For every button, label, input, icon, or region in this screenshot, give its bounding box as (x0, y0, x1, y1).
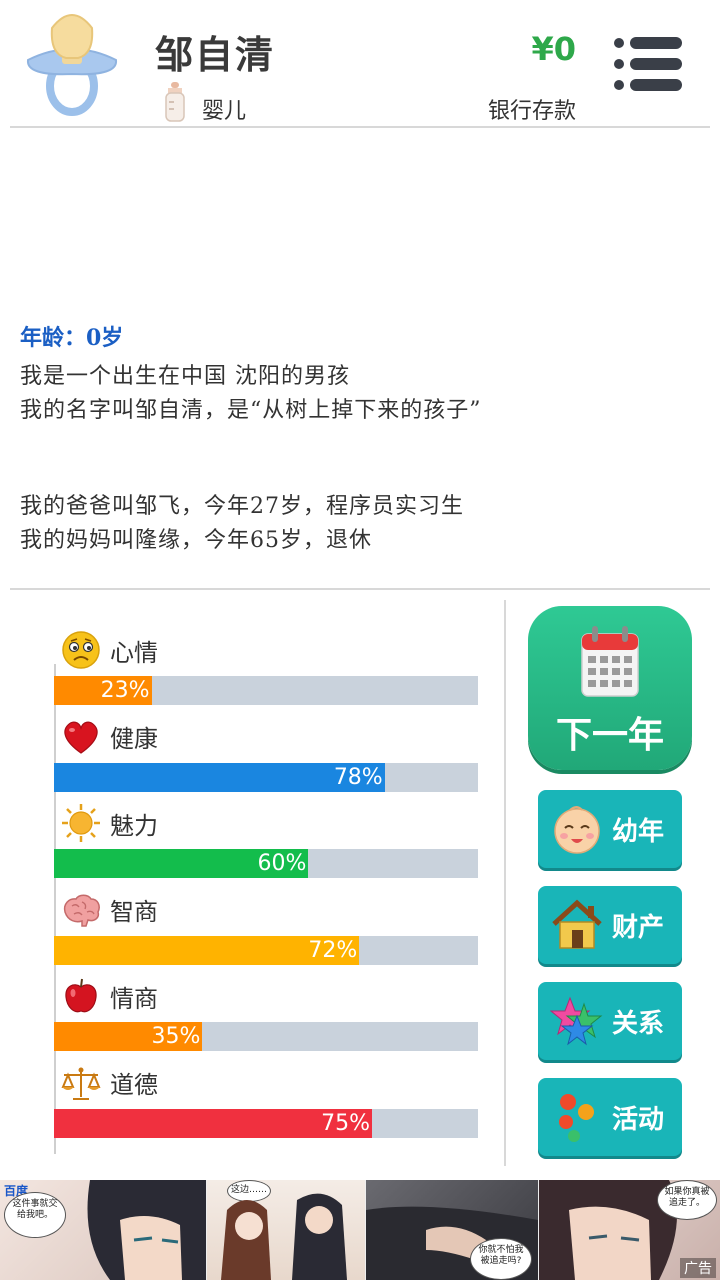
stat-percent: 75% (321, 1110, 370, 1136)
property-label: 财产 (612, 912, 665, 943)
stat-bar-fill: 60% (54, 849, 309, 878)
story-divider (10, 588, 710, 590)
ad-banner[interactable]: 百度 这件事就交给我吧。 这边…… 你就不怕我被追走吗? 如果你真被追走了。 广… (0, 1180, 720, 1280)
story-line: 我是一个出生在中国 沈阳的男孩 (20, 364, 350, 389)
comic-couple-image (221, 1193, 347, 1280)
family-line: 我的爸爸叫邹飞，今年27岁，程序员实习生 (20, 494, 464, 519)
stat-bar: 35% (54, 1022, 478, 1051)
comic-character-image (87, 1180, 206, 1280)
menu-icon[interactable] (610, 34, 686, 94)
stat-charm: 魅力 60% (54, 801, 478, 888)
activities-label: 活动 (612, 1104, 665, 1135)
childhood-label: 幼年 (612, 816, 665, 847)
stat-percent: 23% (100, 678, 150, 703)
stat-label: 智商 (110, 898, 158, 926)
sad-face-icon (62, 631, 100, 669)
stat-iq: 智商 72% (54, 888, 478, 975)
stat-morality: 道德 75% (54, 1061, 478, 1148)
sun-icon (62, 804, 100, 842)
stat-label: 心情 (110, 638, 158, 667)
stat-bar-fill: 23% (54, 676, 152, 705)
ad-badge: 广告 (680, 1258, 716, 1278)
activities-dots-icon (559, 1094, 594, 1142)
stat-bar-fill: 75% (54, 1108, 372, 1138)
next-year-button[interactable]: 下一年 (528, 606, 692, 770)
ad-panel: 如果你真被追走了。 广告 (539, 1180, 720, 1280)
header: 邹自清 婴儿 ¥0 银行存款 (0, 0, 720, 128)
stars-icon (550, 996, 603, 1046)
stat-bar: 60% (54, 849, 478, 878)
panel-divider (504, 600, 506, 1166)
money-amount: ¥0 (531, 30, 576, 68)
story-line: 我的名字叫邹自清，是“从树上掉下来的孩子” (20, 398, 482, 423)
ad-panel: 你就不怕我被追走吗? (366, 1180, 538, 1280)
bank-deposit-label: 银行存款 (487, 99, 576, 124)
stat-bar: 72% (54, 935, 478, 965)
family-line: 我的妈妈叫隆缘，今年65岁，退休 (20, 528, 372, 553)
character-name: 邹自清 (155, 33, 276, 77)
relations-button[interactable]: 关系 (538, 982, 682, 1060)
life-stage-label: 婴儿 (202, 99, 247, 124)
stat-percent: 72% (308, 937, 358, 963)
heart-icon (64, 721, 98, 754)
baby-face-icon (554, 806, 600, 854)
stat-bar-fill: 78% (54, 762, 385, 792)
apple-icon (65, 978, 97, 1013)
stats-panel: 心情 23% 健康 78% 魅力 60% 智商 72% 情商 35% 道德 75… (54, 628, 478, 1147)
stat-bar-fill: 72% (54, 935, 360, 965)
stat-health: 健康 78% (54, 715, 478, 802)
stat-bar-fill: 35% (54, 1022, 203, 1051)
stat-eq: 情商 35% (54, 974, 478, 1061)
pacifier-icon (26, 14, 118, 116)
childhood-button[interactable]: 幼年 (538, 790, 682, 868)
speech-bubble: 如果你真被追走了。 (657, 1180, 717, 1220)
speech-bubble: 你就不怕我被追走吗? (470, 1238, 532, 1280)
house-icon (552, 899, 602, 949)
stat-percent: 78% (333, 764, 383, 790)
stat-bar: 23% (54, 676, 478, 705)
stat-mood: 心情 23% (54, 628, 478, 715)
ad-panel: 百度 这件事就交给我吧。 (0, 1180, 206, 1280)
stat-bar: 78% (54, 762, 478, 792)
stat-percent: 60% (257, 851, 307, 876)
calendar-icon (581, 626, 639, 697)
age-line: 年龄：0岁 (20, 325, 124, 351)
story-log: 年龄：0岁 我是一个出生在中国 沈阳的男孩 我的名字叫邹自清，是“从树上掉下来的… (20, 320, 700, 558)
stat-label: 道德 (110, 1071, 158, 1099)
baby-bottle-icon (165, 82, 185, 122)
stat-bar: 75% (54, 1108, 478, 1138)
stat-label: 健康 (110, 725, 158, 753)
relations-label: 关系 (612, 1008, 665, 1039)
scale-icon (61, 1067, 101, 1100)
brain-icon (63, 894, 100, 927)
speech-bubble: 这件事就交给我吧。 (4, 1192, 66, 1238)
property-button[interactable]: 财产 (538, 886, 682, 964)
ad-panel: 这边…… (207, 1180, 365, 1280)
activities-button[interactable]: 活动 (538, 1078, 682, 1156)
next-year-label: 下一年 (555, 715, 664, 756)
stat-percent: 35% (151, 1024, 201, 1049)
header-divider (10, 126, 710, 128)
stat-label: 情商 (110, 984, 158, 1013)
stat-label: 魅力 (110, 811, 158, 840)
